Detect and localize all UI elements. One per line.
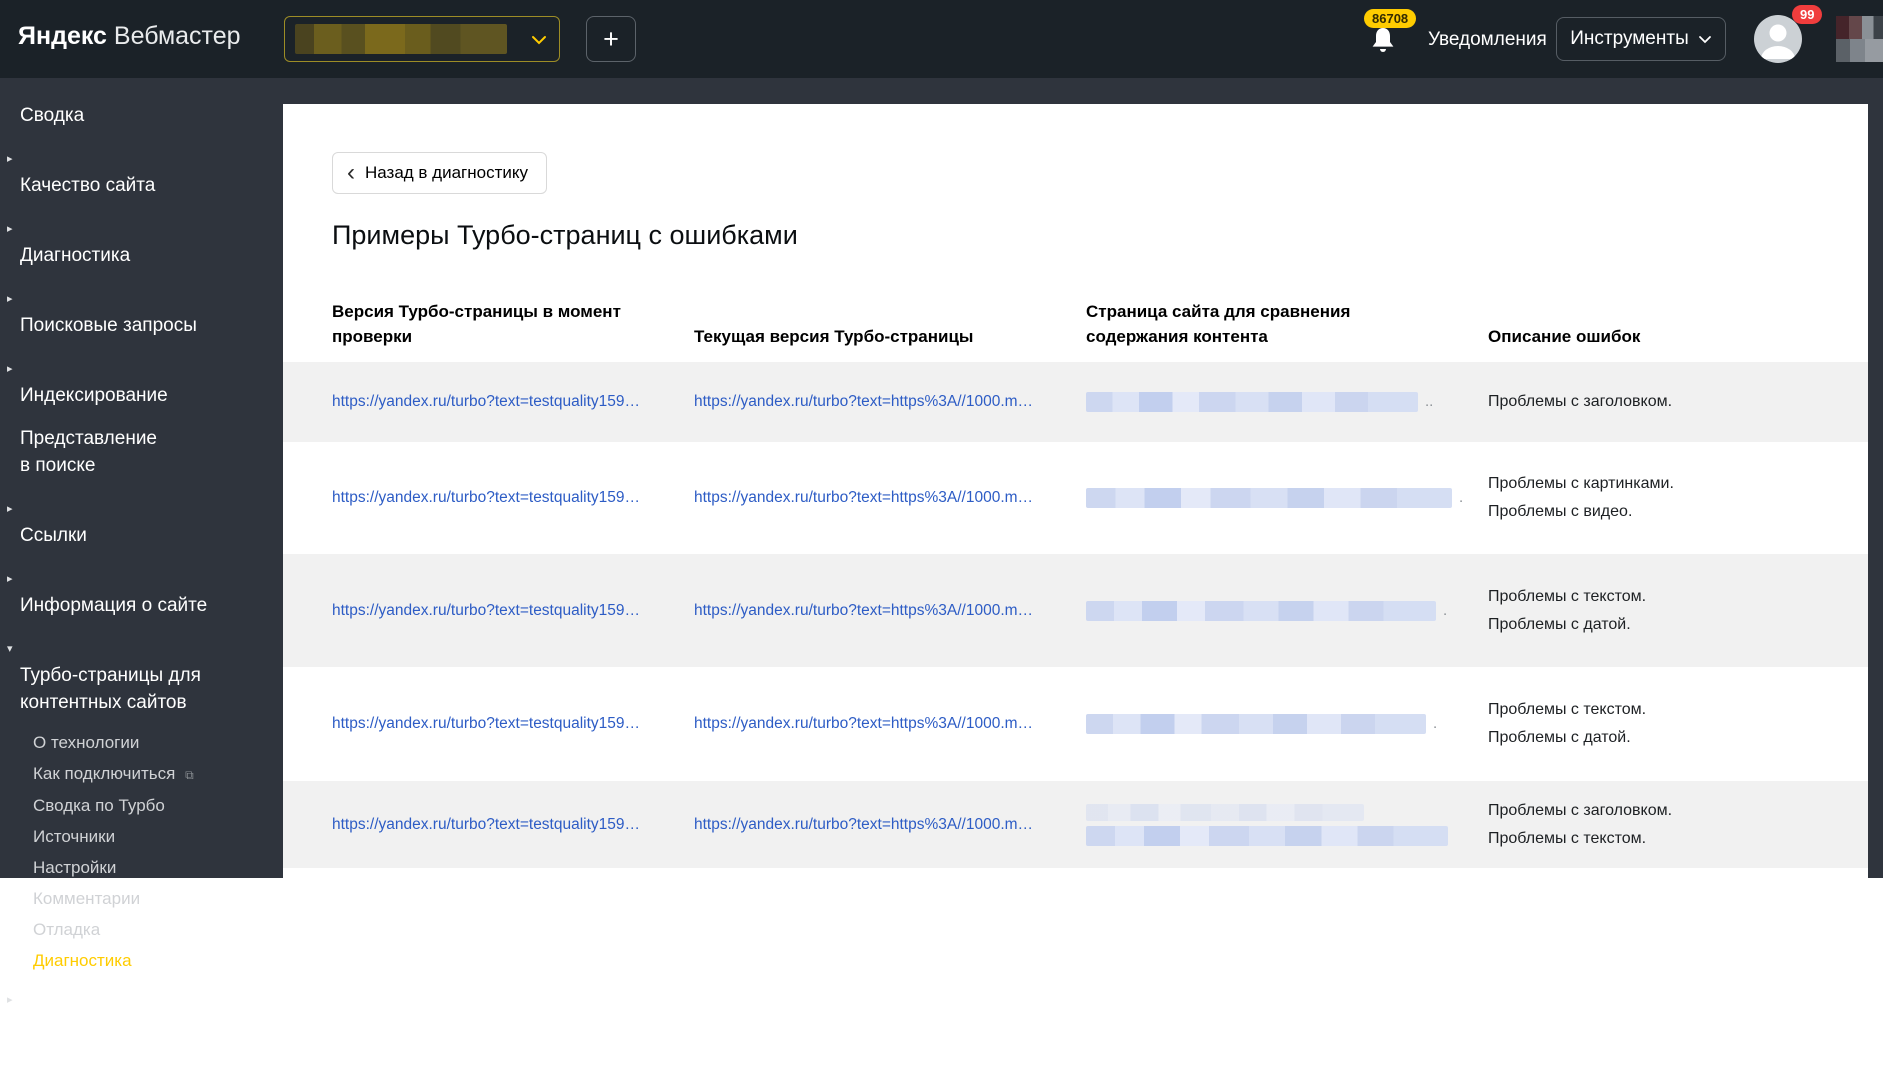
chevron-right-icon: ▸	[7, 153, 13, 165]
turbo-current-link[interactable]: https://yandex.ru/turbo?text=https%3A//1…	[694, 816, 1033, 833]
turbo-checked-link[interactable]: https://yandex.ru/turbo?text=testquality…	[332, 602, 640, 619]
table-row: https://yandex.ru/turbo?text=testquality…	[283, 781, 1868, 868]
submenu-item-kak-podklyuchitsya[interactable]: Как подключиться ⧉	[0, 763, 283, 786]
turbo-checked-link[interactable]: https://yandex.ru/turbo?text=testquality…	[332, 816, 640, 833]
table-row: https://yandex.ru/turbo?text=testquality…	[283, 554, 1868, 667]
back-button-label: Назад в диагностику	[365, 163, 529, 182]
bell-icon[interactable]	[1368, 26, 1398, 54]
site-name-redacted	[295, 24, 507, 54]
tools-label: Инструменты	[1570, 28, 1689, 49]
site-selector-dropdown[interactable]	[284, 16, 560, 62]
submenu-item-otladka[interactable]: Отладка	[0, 919, 283, 941]
turbo-current-link[interactable]: https://yandex.ru/turbo?text=https%3A//1…	[694, 602, 1033, 619]
back-to-diagnostics-button[interactable]: ‹ Назад в диагностику	[332, 152, 548, 194]
table-row: https://yandex.ru/turbo?text=testquality…	[283, 362, 1868, 442]
sidebar-item-turbo-shops[interactable]: ▸ Турбо-страницы для интернет-магазинов	[0, 986, 283, 1067]
chevron-down-icon: ▾	[7, 643, 13, 655]
turbo-content-submenu: О технологии Как подключиться ⧉ Сводка п…	[0, 732, 283, 972]
table-row: https://yandex.ru/turbo?text=testquality…	[283, 667, 1868, 781]
column-header-current-version: Текущая версия Турбо-страницы	[694, 327, 974, 346]
submenu-item-istochniki[interactable]: Источники	[0, 826, 283, 848]
content-panel: ‹ Назад в диагностику Примеры Турбо-стра…	[283, 104, 1868, 912]
turbo-checked-link[interactable]: https://yandex.ru/turbo?text=testquality…	[332, 715, 640, 732]
chevron-down-icon	[1698, 35, 1712, 44]
sidebar-item-kachestvo[interactable]: ▸ Качество сайта	[0, 145, 283, 199]
table-body: https://yandex.ru/turbo?text=testquality…	[283, 362, 1868, 868]
error-description-cell: Проблемы с текстом. Проблемы с датой.	[1488, 701, 1647, 746]
column-header-error-description: Описание ошибок	[1488, 327, 1641, 346]
turbo-checked-link[interactable]: https://yandex.ru/turbo?text=testquality…	[332, 489, 640, 506]
username-redacted	[1836, 16, 1883, 62]
page-title: Примеры Турбо-страниц с ошибками	[332, 220, 798, 250]
sidebar-nav: Сводка ▸ Качество сайта ▸ Диагностика ▸ Пои…	[0, 78, 283, 1083]
error-description-cell: Проблемы с заголовком.	[1488, 393, 1673, 410]
sidebar-item-informaciya[interactable]: ▸ Информация о сайте	[0, 565, 283, 619]
compare-url-redacted	[1086, 488, 1452, 508]
compare-url-redacted	[1086, 392, 1418, 412]
sidebar-item-poiskovye-zaprosy[interactable]: ▸ Поисковые запросы	[0, 285, 283, 339]
profile-count-badge: 99	[1792, 5, 1823, 24]
chevron-right-icon: ▸	[7, 363, 13, 375]
chevron-right-icon: ▸	[7, 503, 13, 515]
compare-url-redacted	[1086, 600, 1436, 621]
error-description-cell: Проблемы с заголовком. Проблемы с тексто…	[1488, 801, 1673, 847]
error-description-cell: Проблемы с текстом. Проблемы с датой.	[1488, 587, 1647, 633]
user-avatar[interactable]	[1754, 15, 1802, 63]
table-row: https://yandex.ru/turbo?text=testquality…	[283, 442, 1868, 554]
app-logo[interactable]: Яндекс Вебмастер	[18, 22, 241, 51]
chevron-left-icon: ‹	[347, 159, 355, 186]
sidebar-item-ssylki[interactable]: ▸ Ссылки	[0, 495, 283, 549]
compare-url-redacted	[1086, 803, 1364, 821]
column-header-checked-version: Версия Турбо-страницы в момент проверки	[332, 302, 621, 346]
chevron-right-icon: ▸	[7, 293, 13, 305]
turbo-checked-link[interactable]: https://yandex.ru/turbo?text=testquality…	[332, 393, 640, 410]
tools-dropdown-button[interactable]: Инструменты	[1556, 17, 1726, 61]
compare-url-redacted	[1086, 825, 1448, 846]
chevron-down-icon	[531, 35, 547, 45]
sidebar-item-diagnostika[interactable]: ▸ Диагностика	[0, 215, 283, 269]
notifications-link[interactable]: Уведомления	[1428, 29, 1547, 51]
compare-url-redacted	[1086, 714, 1426, 734]
turbo-current-link[interactable]: https://yandex.ru/turbo?text=https%3A//1…	[694, 715, 1033, 732]
submenu-item-o-tehnologii[interactable]: О технологии	[0, 732, 283, 754]
submenu-item-kommentarii[interactable]: Комментарии	[0, 888, 283, 910]
chevron-right-icon: ▸	[7, 223, 13, 235]
logo-yandex: Яндекс	[18, 22, 107, 50]
notifications-count-badge: 86708	[1364, 9, 1417, 28]
top-bar: Яндекс Вебмастер + 86708 Уведомления Инс…	[0, 0, 1883, 78]
submenu-item-nastroyki[interactable]: Настройки	[0, 857, 283, 879]
submenu-item-diagnostika-active[interactable]: Диагностика	[0, 950, 283, 972]
logo-webmaster: Вебмастер	[113, 22, 241, 50]
chevron-right-icon: ▸	[7, 573, 13, 585]
add-site-button[interactable]: +	[586, 16, 636, 62]
chevron-right-icon: ▸	[7, 994, 13, 1006]
sidebar-item-turbo-content[interactable]: ▾ Турбо-страницы для контентных сайтов	[0, 635, 283, 716]
column-header-compare-page: Страница сайта для сравнения содержания …	[1086, 302, 1351, 346]
sidebar-item-predstavlenie[interactable]: Представление в поиске	[0, 425, 283, 479]
submenu-item-svodka-po-turbo[interactable]: Сводка по Турбо	[0, 795, 283, 817]
sidebar-item-svodka[interactable]: Сводка	[0, 102, 283, 129]
turbo-current-link[interactable]: https://yandex.ru/turbo?text=https%3A//1…	[694, 489, 1033, 506]
external-link-icon: ⧉	[185, 768, 194, 782]
sidebar-item-indeksirovanie[interactable]: ▸ Индексирование	[0, 355, 283, 409]
table-header-row: Версия Турбо-страницы в момент проверки …	[332, 299, 1868, 349]
error-description-cell: Проблемы с картинками. Проблемы с видео.	[1488, 475, 1674, 520]
turbo-current-link[interactable]: https://yandex.ru/turbo?text=https%3A//1…	[694, 393, 1033, 410]
